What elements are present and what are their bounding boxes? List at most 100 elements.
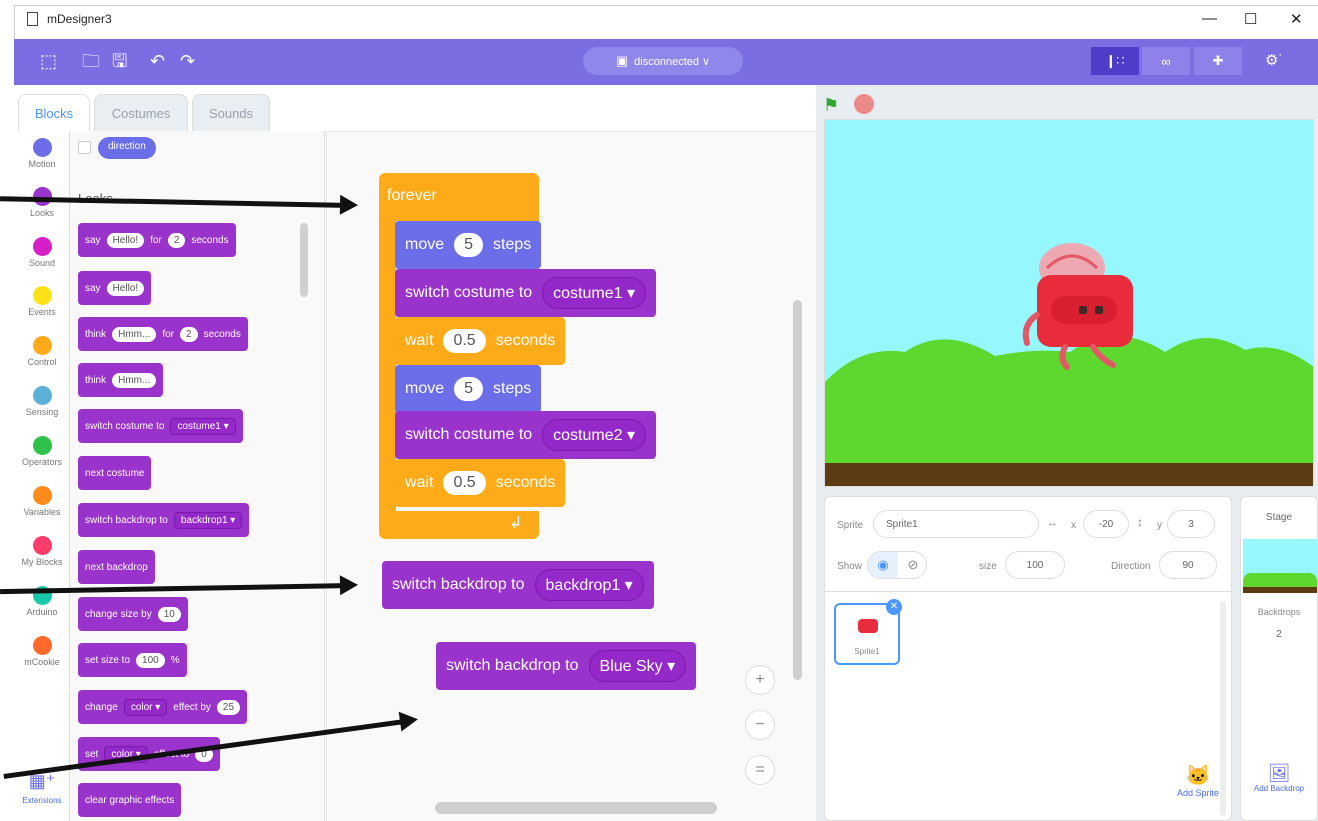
category-operators[interactable]: Operators	[14, 429, 70, 479]
palette-think-block[interactable]: think Hmm...	[78, 363, 164, 397]
add-backdrop-button[interactable]: 🖼 Add Backdrop	[1241, 763, 1317, 793]
palette-next-costume-block[interactable]: next costume	[78, 456, 152, 490]
switch-costume-block[interactable]: switch costume to costume2 ▾	[395, 411, 656, 459]
add-sprite-button[interactable]: 🐱 Add Sprite	[1171, 763, 1225, 798]
settings-icon[interactable]: ⚙˙	[1265, 51, 1283, 71]
block-input[interactable]: Hmm...	[112, 372, 157, 388]
block-input[interactable]: Hello!	[106, 232, 145, 248]
palette-say-block[interactable]: say Hello!	[78, 271, 152, 305]
category-control[interactable]: Control	[14, 329, 70, 379]
sound-dot-icon	[32, 237, 52, 256]
palette-think-for-block[interactable]: think Hmm... for 2 seconds	[78, 317, 248, 351]
palette-clear-effects-block[interactable]: clear graphic effects	[78, 783, 182, 817]
minimize-button[interactable]: —	[1202, 10, 1217, 27]
direction-reporter[interactable]: direction	[98, 137, 156, 159]
direction-input[interactable]: 90	[1159, 551, 1217, 579]
category-my-blocks[interactable]: My Blocks	[14, 529, 70, 579]
palette-change-size-block[interactable]: change size by 10	[78, 597, 188, 631]
delete-sprite-icon[interactable]: ✕	[886, 599, 902, 615]
size-input[interactable]: 100	[1005, 551, 1065, 579]
block-text: seconds	[495, 332, 556, 349]
direction-checkbox[interactable]	[78, 141, 91, 154]
sprite-thumbnail[interactable]: Sprite1 ✕	[834, 599, 902, 665]
zoom-reset-button[interactable]: =	[745, 755, 775, 785]
stop-icon[interactable]	[854, 94, 874, 114]
workspace-horizontal-scrollbar[interactable]	[435, 802, 717, 814]
category-events[interactable]: Events	[14, 279, 70, 329]
block-input[interactable]: 10	[157, 606, 181, 622]
x-label: x	[1071, 520, 1076, 531]
costume-dropdown[interactable]: costume1 ▾	[542, 277, 646, 309]
new-project-icon[interactable]: ⬚	[40, 51, 57, 71]
category-motion[interactable]: Motion	[14, 131, 70, 181]
stage-thumbnail[interactable]	[1243, 539, 1317, 593]
stage-canvas[interactable]	[824, 119, 1314, 487]
open-project-icon[interactable]: 🗀	[82, 51, 100, 71]
block-input[interactable]: Hmm...	[112, 326, 157, 342]
switch-backdrop-block[interactable]: switch backdrop to Blue Sky ▾	[436, 642, 697, 690]
steps-input[interactable]: 5	[454, 233, 484, 257]
maximize-button[interactable]: ☐	[1244, 10, 1257, 28]
tab-blocks[interactable]: Blocks	[18, 94, 90, 131]
effect-dropdown[interactable]: color ▾	[123, 698, 168, 716]
seconds-input[interactable]: 0.5	[443, 329, 486, 353]
backdrop-dropdown[interactable]: Blue Sky ▾	[588, 650, 687, 682]
green-flag-icon[interactable]: ⚑	[823, 95, 839, 116]
category-mcookie[interactable]: mCookie	[14, 629, 70, 679]
close-button[interactable]: ✕	[1290, 10, 1303, 28]
wait-block[interactable]: wait 0.5 seconds	[395, 317, 566, 365]
tab-costumes[interactable]: Costumes	[94, 94, 188, 131]
save-project-icon[interactable]: 🖫	[112, 51, 127, 71]
palette-change-effect-block[interactable]: change color ▾ effect by 25	[78, 690, 248, 724]
move-block[interactable]: move 5 steps	[395, 365, 542, 413]
x-input[interactable]: -20	[1083, 510, 1129, 538]
category-sound[interactable]: Sound	[14, 230, 70, 280]
redo-icon[interactable]: ↷	[180, 51, 195, 71]
category-variables[interactable]: Variables	[14, 479, 70, 529]
block-input[interactable]: 100	[136, 652, 165, 668]
backdrop-dropdown[interactable]: backdrop1 ▾	[534, 569, 644, 601]
show-label: Show	[837, 561, 863, 572]
steps-input[interactable]: 5	[454, 377, 484, 401]
costume-dropdown[interactable]: costume2 ▾	[542, 419, 646, 451]
backdrop-dropdown[interactable]: backdrop1 ▾	[173, 511, 243, 529]
switch-backdrop-block[interactable]: switch backdrop to backdrop1 ▾	[382, 561, 654, 609]
device-mode-button[interactable]: ✚	[1194, 47, 1242, 75]
switch-costume-block[interactable]: switch costume to costume1 ▾	[395, 269, 656, 317]
palette-scrollbar[interactable]	[300, 223, 308, 297]
undo-icon[interactable]: ↶	[150, 51, 165, 71]
palette-next-backdrop-block[interactable]: next backdrop	[78, 550, 155, 584]
costume-dropdown[interactable]: costume1 ▾	[170, 417, 236, 435]
category-sensing[interactable]: Sensing	[14, 379, 70, 429]
grass-hills	[825, 336, 1313, 465]
category-looks[interactable]: Looks	[14, 180, 70, 230]
category-menu: Motion Looks Sound Events Control Sensin…	[14, 131, 70, 821]
wait-block[interactable]: wait 0.5 seconds	[395, 459, 566, 507]
block-text: switch backdrop to	[85, 514, 168, 526]
block-input[interactable]: Hello!	[106, 280, 145, 296]
palette-set-size-block[interactable]: set size to 100%	[78, 643, 187, 677]
zoom-out-button[interactable]: −	[745, 710, 775, 740]
connection-button[interactable]: ▣ disconnected ∨	[583, 47, 743, 75]
zoom-in-button[interactable]: +	[745, 665, 775, 695]
link-mode-button[interactable]: ∞	[1142, 47, 1190, 75]
palette-say-for-block[interactable]: say Hello! for 2 seconds	[78, 223, 236, 257]
hide-eye-icon[interactable]: ⊘	[898, 552, 926, 578]
extensions-label: Extensions	[22, 796, 62, 805]
block-input[interactable]: 2	[167, 232, 186, 248]
tab-sounds[interactable]: Sounds	[192, 94, 270, 131]
seconds-input[interactable]: 0.5	[443, 471, 486, 495]
sprite-name-input[interactable]: Sprite1	[873, 510, 1039, 538]
block-input[interactable]: 25	[216, 699, 241, 715]
category-label: Sound	[28, 258, 56, 268]
show-eye-icon[interactable]: ◉	[868, 552, 898, 578]
category-arduino[interactable]: Arduino	[14, 579, 70, 629]
palette-switch-backdrop-block[interactable]: switch backdrop to backdrop1 ▾	[78, 503, 250, 537]
add-backdrop-label: Add Backdrop	[1253, 784, 1305, 793]
blocks-mode-button[interactable]: ❙∷	[1091, 47, 1139, 75]
workspace-vertical-scrollbar[interactable]	[793, 300, 802, 680]
y-input[interactable]: 3	[1167, 510, 1215, 538]
palette-switch-costume-block[interactable]: switch costume to costume1 ▾	[78, 409, 243, 443]
move-block[interactable]: move 5 steps	[395, 221, 542, 269]
block-input[interactable]: 2	[180, 326, 198, 342]
